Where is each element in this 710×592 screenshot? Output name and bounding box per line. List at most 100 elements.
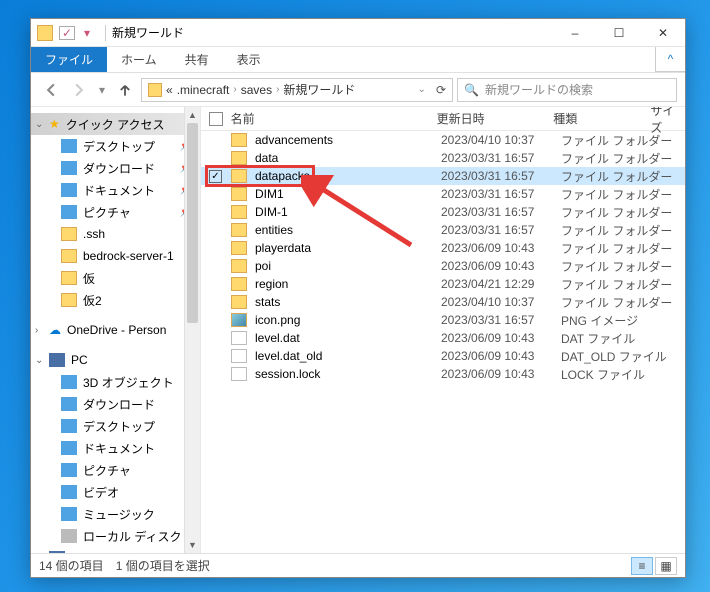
column-date[interactable]: 更新日時	[437, 110, 554, 127]
file-row[interactable]: icon.png2023/03/31 16:57PNG イメージ	[201, 311, 685, 329]
scroll-up-arrow[interactable]: ▲	[185, 107, 200, 123]
sidebar-item[interactable]: ローカル ディスク (C	[31, 525, 200, 547]
ribbon-expand-button[interactable]: ^	[655, 47, 685, 72]
file-row[interactable]: DIM-12023/03/31 16:57ファイル フォルダー	[201, 203, 685, 221]
nav-recent-dropdown[interactable]: ▾	[95, 78, 109, 102]
nav-up-button[interactable]	[113, 78, 137, 102]
breadcrumb[interactable]: saves	[241, 83, 272, 97]
address-bar[interactable]: « .minecraft › saves › 新規ワールド ⌄ ⟳	[141, 78, 453, 102]
folder-icon	[231, 241, 247, 255]
sidebar-item[interactable]: デスクトップ📌	[31, 135, 200, 157]
sidebar-item[interactable]: 仮2	[31, 289, 200, 311]
nav-toolbar: ▾ « .minecraft › saves › 新規ワールド ⌄ ⟳ 🔍 新規…	[31, 73, 685, 107]
nav-forward-button[interactable]	[67, 78, 91, 102]
search-input[interactable]: 🔍 新規ワールドの検索	[457, 78, 677, 102]
sidebar-item-label: ローカル ディスク (C	[83, 528, 198, 545]
file-row[interactable]: playerdata2023/06/09 10:43ファイル フォルダー	[201, 239, 685, 257]
tab-view[interactable]: 表示	[223, 47, 275, 72]
blue-icon	[61, 507, 77, 521]
file-type: PNG イメージ	[561, 312, 681, 329]
sidebar-item[interactable]: ドキュメント	[31, 437, 200, 459]
file-row[interactable]: level.dat_old2023/06/09 10:43DAT_OLD ファイ…	[201, 347, 685, 365]
nav-back-button[interactable]	[39, 78, 63, 102]
file-row[interactable]: region2023/04/21 12:29ファイル フォルダー	[201, 275, 685, 293]
status-selection-count: 1 個の項目を選択	[116, 557, 210, 574]
folder-icon	[231, 277, 247, 291]
breadcrumb[interactable]: «	[166, 83, 173, 97]
file-row[interactable]: session.lock2023/06/09 10:43LOCK ファイル	[201, 365, 685, 383]
sidebar-item[interactable]: ⌄PC	[31, 349, 200, 371]
sidebar-item[interactable]: bedrock-server-1	[31, 245, 200, 267]
file-type: ファイル フォルダー	[561, 186, 681, 203]
file-row[interactable]: ✓datapacks2023/03/31 16:57ファイル フォルダー	[201, 167, 685, 185]
sidebar-item[interactable]: ミュージック	[31, 503, 200, 525]
sidebar-item[interactable]: ダウンロード📌	[31, 157, 200, 179]
blue-icon	[61, 419, 77, 433]
file-icon	[231, 349, 247, 363]
folder-icon	[231, 205, 247, 219]
file-name: playerdata	[255, 241, 441, 255]
file-date: 2023/06/09 10:43	[441, 349, 561, 363]
details-view-button[interactable]: ≡	[631, 557, 653, 575]
file-name: DIM-1	[255, 205, 441, 219]
row-checkbox[interactable]: ✓	[209, 170, 222, 183]
column-type[interactable]: 種類	[553, 110, 650, 127]
file-type: ファイル フォルダー	[561, 276, 681, 293]
thumbnails-view-button[interactable]: ▦	[655, 557, 677, 575]
sidebar-item[interactable]: ドキュメント📌	[31, 179, 200, 201]
sidebar-scrollbar[interactable]: ▲ ▼	[184, 107, 200, 553]
sidebar-item-label: ミュージック	[83, 506, 155, 523]
file-row[interactable]: poi2023/06/09 10:43ファイル フォルダー	[201, 257, 685, 275]
sidebar-item[interactable]: デスクトップ	[31, 415, 200, 437]
file-type: ファイル フォルダー	[561, 132, 681, 149]
tab-file[interactable]: ファイル	[31, 47, 107, 72]
tab-home[interactable]: ホーム	[107, 47, 171, 72]
sidebar-item[interactable]: ピクチャ📌	[31, 201, 200, 223]
sidebar-item[interactable]: ピクチャ	[31, 459, 200, 481]
sidebar-item[interactable]: ›ネットワーク	[31, 547, 200, 553]
file-row[interactable]: entities2023/03/31 16:57ファイル フォルダー	[201, 221, 685, 239]
nav-sidebar[interactable]: ⌄★クイック アクセスデスクトップ📌ダウンロード📌ドキュメント📌ピクチャ📌.ss…	[31, 107, 201, 553]
file-row[interactable]: advancements2023/04/10 10:37ファイル フォルダー	[201, 131, 685, 149]
tab-share[interactable]: 共有	[171, 47, 223, 72]
qat-dropdown-icon[interactable]: ▾	[79, 26, 95, 40]
scroll-down-arrow[interactable]: ▼	[185, 537, 200, 553]
sidebar-item[interactable]: ビデオ	[31, 481, 200, 503]
column-name[interactable]: 名前	[231, 110, 437, 127]
breadcrumb[interactable]: .minecraft	[177, 83, 230, 97]
refresh-button[interactable]: ⟳	[436, 83, 446, 97]
minimize-button[interactable]: –	[553, 19, 597, 47]
fi-icon	[61, 271, 77, 285]
sidebar-item[interactable]: ›☁OneDrive - Person	[31, 319, 200, 341]
breadcrumb[interactable]: 新規ワールド	[283, 81, 355, 98]
file-date: 2023/06/09 10:43	[441, 331, 561, 345]
file-name: level.dat	[255, 331, 441, 345]
sidebar-item[interactable]: 仮	[31, 267, 200, 289]
close-button[interactable]: ✕	[641, 19, 685, 47]
address-dropdown-icon[interactable]: ⌄	[418, 84, 426, 95]
sidebar-item[interactable]: ⌄★クイック アクセス	[31, 113, 200, 135]
file-row[interactable]: data2023/03/31 16:57ファイル フォルダー	[201, 149, 685, 167]
file-row[interactable]: stats2023/04/10 10:37ファイル フォルダー	[201, 293, 685, 311]
blue-icon	[61, 485, 77, 499]
select-all-checkbox[interactable]	[209, 112, 223, 126]
sidebar-item[interactable]: .ssh	[31, 223, 200, 245]
chevron-right-icon[interactable]: ›	[233, 84, 236, 95]
qat-checkbox-icon[interactable]: ✓	[59, 26, 75, 40]
sidebar-item-label: ダウンロード	[83, 396, 155, 413]
file-list[interactable]: advancements2023/04/10 10:37ファイル フォルダーda…	[201, 131, 685, 553]
blue-icon	[61, 205, 77, 219]
sidebar-item[interactable]: 3D オブジェクト	[31, 371, 200, 393]
chevron-right-icon[interactable]: ›	[276, 84, 279, 95]
maximize-button[interactable]: ☐	[597, 19, 641, 47]
sidebar-item[interactable]: ダウンロード	[31, 393, 200, 415]
file-icon	[231, 331, 247, 345]
file-date: 2023/06/09 10:43	[441, 241, 561, 255]
sidebar-item-label: ドキュメント	[83, 440, 155, 457]
titlebar[interactable]: ✓ ▾ 新規ワールド – ☐ ✕	[31, 19, 685, 47]
scroll-thumb[interactable]	[187, 123, 198, 323]
file-name: region	[255, 277, 441, 291]
file-row[interactable]: level.dat2023/06/09 10:43DAT ファイル	[201, 329, 685, 347]
file-row[interactable]: DIM12023/03/31 16:57ファイル フォルダー	[201, 185, 685, 203]
folder-icon	[231, 133, 247, 147]
